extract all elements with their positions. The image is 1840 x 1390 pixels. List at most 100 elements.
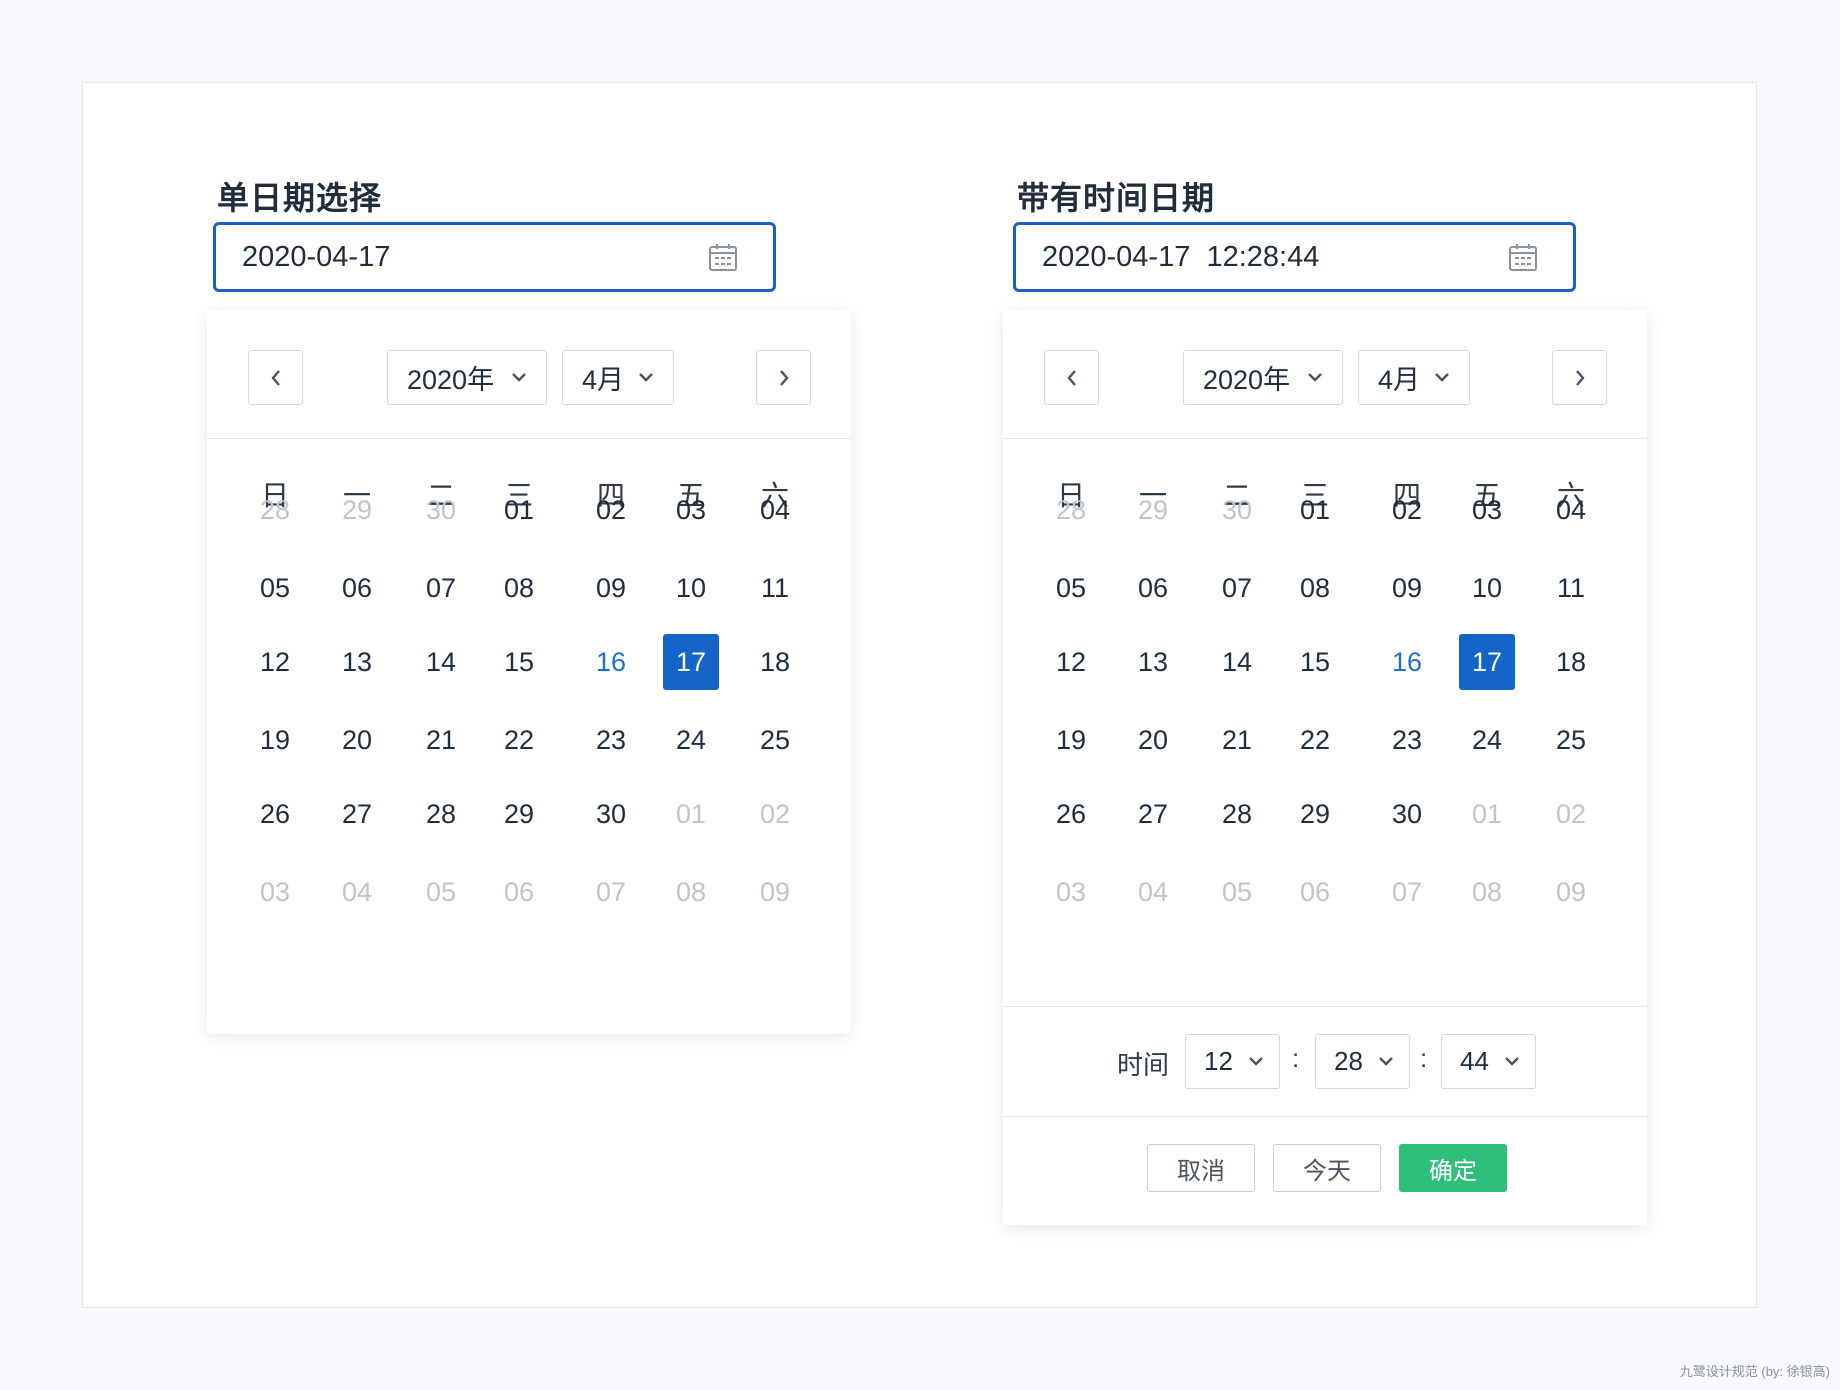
next-month-button[interactable] [756,350,811,405]
day-cell[interactable]: 03 [247,864,303,920]
hour-select[interactable]: 12 [1185,1034,1280,1089]
day-cell[interactable]: 13 [329,634,385,690]
day-cell[interactable]: 23 [583,712,639,768]
day-cell[interactable]: 13 [1125,634,1181,690]
day-cell[interactable]: 07 [1379,864,1435,920]
day-cell-selected[interactable]: 17 [1459,634,1515,690]
day-cell[interactable]: 20 [329,712,385,768]
day-cell[interactable]: 02 [1379,482,1435,538]
day-cell[interactable]: 09 [1543,864,1599,920]
day-cell[interactable]: 21 [1209,712,1265,768]
day-cell[interactable]: 09 [747,864,803,920]
day-cell[interactable]: 18 [1543,634,1599,690]
today-button[interactable]: 今天 [1273,1144,1381,1192]
minute-select[interactable]: 28 [1315,1034,1410,1089]
confirm-button[interactable]: 确定 [1399,1144,1507,1192]
day-cell[interactable]: 02 [583,482,639,538]
day-cell[interactable]: 11 [1543,560,1599,616]
day-cell[interactable]: 01 [491,482,547,538]
day-cell[interactable]: 02 [1543,786,1599,842]
day-cell[interactable]: 28 [413,786,469,842]
day-cell[interactable]: 19 [247,712,303,768]
day-cell[interactable]: 06 [1125,560,1181,616]
day-cell[interactable]: 08 [1287,560,1343,616]
day-cell[interactable]: 10 [663,560,719,616]
day-cell[interactable]: 28 [1043,482,1099,538]
day-cell[interactable]: 03 [1043,864,1099,920]
day-cell[interactable]: 29 [491,786,547,842]
calendar-icon[interactable] [707,241,739,273]
datetime-input[interactable]: 2020-04-17 12:28:44 [1013,222,1576,292]
day-cell[interactable]: 29 [1125,482,1181,538]
day-cell[interactable]: 30 [1379,786,1435,842]
day-cell[interactable]: 18 [747,634,803,690]
day-cell[interactable]: 04 [747,482,803,538]
day-cell[interactable]: 06 [329,560,385,616]
day-cell[interactable]: 26 [247,786,303,842]
day-cell[interactable]: 05 [413,864,469,920]
day-cell[interactable]: 21 [413,712,469,768]
day-cell[interactable]: 28 [1209,786,1265,842]
day-cell[interactable]: 19 [1043,712,1099,768]
day-cell[interactable]: 04 [1543,482,1599,538]
day-cell[interactable]: 05 [1043,560,1099,616]
day-cell[interactable]: 30 [1209,482,1265,538]
day-cell[interactable]: 30 [583,786,639,842]
day-cell[interactable]: 04 [1125,864,1181,920]
day-cell[interactable]: 06 [491,864,547,920]
second-select[interactable]: 44 [1441,1034,1536,1089]
day-cell[interactable]: 01 [663,786,719,842]
day-cell[interactable]: 22 [1287,712,1343,768]
day-cell[interactable]: 01 [1459,786,1515,842]
day-cell[interactable]: 29 [329,482,385,538]
day-cell[interactable]: 07 [1209,560,1265,616]
day-cell[interactable]: 12 [247,634,303,690]
day-cell[interactable]: 06 [1287,864,1343,920]
day-cell[interactable]: 08 [491,560,547,616]
day-cell[interactable]: 03 [1459,482,1515,538]
day-cell[interactable]: 20 [1125,712,1181,768]
calendar-icon[interactable] [1507,241,1539,273]
day-cell[interactable]: 22 [491,712,547,768]
day-cell[interactable]: 10 [1459,560,1515,616]
day-cell[interactable]: 27 [329,786,385,842]
day-cell[interactable]: 01 [1287,482,1343,538]
day-cell[interactable]: 09 [583,560,639,616]
day-cell[interactable]: 24 [1459,712,1515,768]
day-cell[interactable]: 15 [1287,634,1343,690]
month-select[interactable]: 4月 [562,350,674,405]
day-cell[interactable]: 11 [747,560,803,616]
prev-month-button[interactable] [1044,350,1099,405]
day-cell[interactable]: 27 [1125,786,1181,842]
day-cell[interactable]: 28 [247,482,303,538]
day-cell[interactable]: 08 [1459,864,1515,920]
day-cell[interactable]: 15 [491,634,547,690]
year-select[interactable]: 2020年 [387,350,547,405]
day-cell[interactable]: 23 [1379,712,1435,768]
day-cell[interactable]: 30 [413,482,469,538]
cancel-button[interactable]: 取消 [1147,1144,1255,1192]
day-cell-today[interactable]: 16 [1379,634,1435,690]
prev-month-button[interactable] [248,350,303,405]
day-cell[interactable]: 03 [663,482,719,538]
year-select[interactable]: 2020年 [1183,350,1343,405]
day-cell[interactable]: 24 [663,712,719,768]
day-cell-today[interactable]: 16 [583,634,639,690]
day-cell[interactable]: 07 [413,560,469,616]
next-month-button[interactable] [1552,350,1607,405]
day-cell[interactable]: 05 [1209,864,1265,920]
day-cell[interactable]: 12 [1043,634,1099,690]
day-cell[interactable]: 08 [663,864,719,920]
day-cell[interactable]: 14 [413,634,469,690]
single-date-input[interactable]: 2020-04-17 [213,222,776,292]
day-cell[interactable]: 25 [1543,712,1599,768]
day-cell[interactable]: 05 [247,560,303,616]
day-cell-selected[interactable]: 17 [663,634,719,690]
day-cell[interactable]: 14 [1209,634,1265,690]
day-cell[interactable]: 07 [583,864,639,920]
month-select[interactable]: 4月 [1358,350,1470,405]
day-cell[interactable]: 09 [1379,560,1435,616]
day-cell[interactable]: 04 [329,864,385,920]
day-cell[interactable]: 02 [747,786,803,842]
day-cell[interactable]: 25 [747,712,803,768]
